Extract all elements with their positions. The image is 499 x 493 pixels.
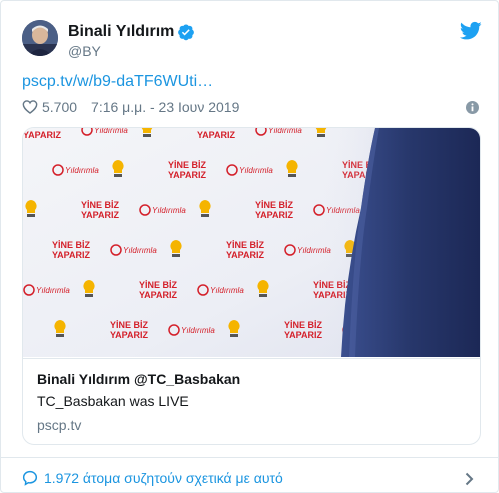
backdrop-bulb-base [85,294,93,297]
backdrop-script: Yıldırımla [268,128,302,135]
discussion-link[interactable]: 1.972 άτομα συζητούν σχετικά με αυτό [22,467,283,489]
backdrop-bulb-logo [170,240,182,253]
embedded-tweet: Binali Yıldırım @BY pscp.tv/w/b9-daTF6WU… [0,0,499,493]
author-name[interactable]: Binali Yıldırım [68,23,174,41]
discussion-count-text: 1.972 άτομα συζητούν σχετικά με αυτό [44,470,283,486]
backdrop-slogan: YİNE BİZ [226,240,265,250]
backdrop-script: Yıldırımla [239,166,273,175]
card-details: Binali Yıldırım @TC_Basbakan TC_Basbakan… [23,358,480,444]
periscope-link[interactable]: pscp.tv/w/b9-daTF6WUti… [22,73,213,91]
backdrop-script: Yıldırımla [65,166,99,175]
twitter-bird-icon[interactable] [460,21,482,41]
backdrop-bulb-logo [257,280,269,293]
backdrop-bulb-base [288,174,296,177]
backdrop-script: Yıldırımla [36,286,70,295]
backdrop-slogan: YİNE BİZ [255,200,294,210]
backdrop-slogan: YİNE BİZ [139,280,178,290]
backdrop-bulb-base [230,334,238,337]
backdrop-slogan: YAPARIZ [52,250,91,260]
backdrop-bulb-base [259,294,267,297]
backdrop-bulb-logo [228,320,240,333]
backdrop-slogan: YAPARIZ [197,130,236,140]
backdrop-slogan: YAPARIZ [23,130,62,140]
backdrop-script: Yıldırımla [152,206,186,215]
chevron-right-icon[interactable] [465,472,474,486]
backdrop-slogan: YİNE BİZ [110,320,149,330]
backdrop-bulb-logo [141,128,153,133]
like-count[interactable]: 5.700 [42,99,77,115]
author-handle[interactable]: @BY [68,43,101,59]
card-domain: pscp.tv [37,417,82,433]
backdrop-bulb-logo [83,280,95,293]
backdrop-bulb-base [114,174,122,177]
tweet-timestamp[interactable]: 7:16 μ.μ. - 23 Ιουν 2019 [91,99,239,115]
backdrop-slogan: YİNE BİZ [168,160,207,170]
link-preview-card[interactable]: YİNE BİZYAPARIZYıldırımlaYİNE BİZYAPARIZ… [22,127,481,445]
backdrop-slogan: YAPARIZ [139,290,178,300]
card-description: TC_Basbakan was LIVE [37,393,189,409]
backdrop-slogan: YAPARIZ [81,210,120,220]
backdrop-bulb-base [201,214,209,217]
tweet-meta: 5.700 7:16 μ.μ. - 23 Ιουν 2019 [22,98,239,116]
backdrop-bulb-base [56,334,64,337]
heart-icon[interactable] [22,100,38,114]
verified-badge-icon [178,24,194,41]
backdrop-slogan: YAPARIZ [168,170,207,180]
backdrop-slogan: YİNE BİZ [52,240,91,250]
backdrop-bulb-base [172,254,180,257]
backdrop-bulb-base [143,134,151,137]
backdrop-slogan: YAPARIZ [226,250,265,260]
backdrop-bulb-logo [54,320,66,333]
backdrop-bulb-base [27,214,35,217]
backdrop-bulb-logo [25,200,37,213]
backdrop-script: Yıldırımla [210,286,244,295]
backdrop-slogan: YAPARIZ [255,210,294,220]
backdrop-script: Yıldırımla [94,128,128,135]
backdrop-slogan: YAPARIZ [110,330,149,340]
backdrop-bulb-logo [112,160,124,173]
backdrop-script: Yıldırımla [123,246,157,255]
backdrop-bulb-logo [199,200,211,213]
backdrop-script: Yıldırımla [181,326,215,335]
speech-bubble-icon [22,470,38,486]
footer-divider [1,457,498,458]
info-icon[interactable] [466,101,479,114]
backdrop-slogan: YİNE BİZ [81,200,120,210]
backdrop-slogan: YAPARIZ [284,330,323,340]
backdrop-slogan: YİNE BİZ [284,320,323,330]
card-title[interactable]: Binali Yıldırım @TC_Basbakan [37,371,240,387]
backdrop-bulb-logo [286,160,298,173]
avatar[interactable] [22,20,58,56]
live-broadcast-thumbnail: YİNE BİZYAPARIZYıldırımlaYİNE BİZYAPARIZ… [23,128,480,357]
